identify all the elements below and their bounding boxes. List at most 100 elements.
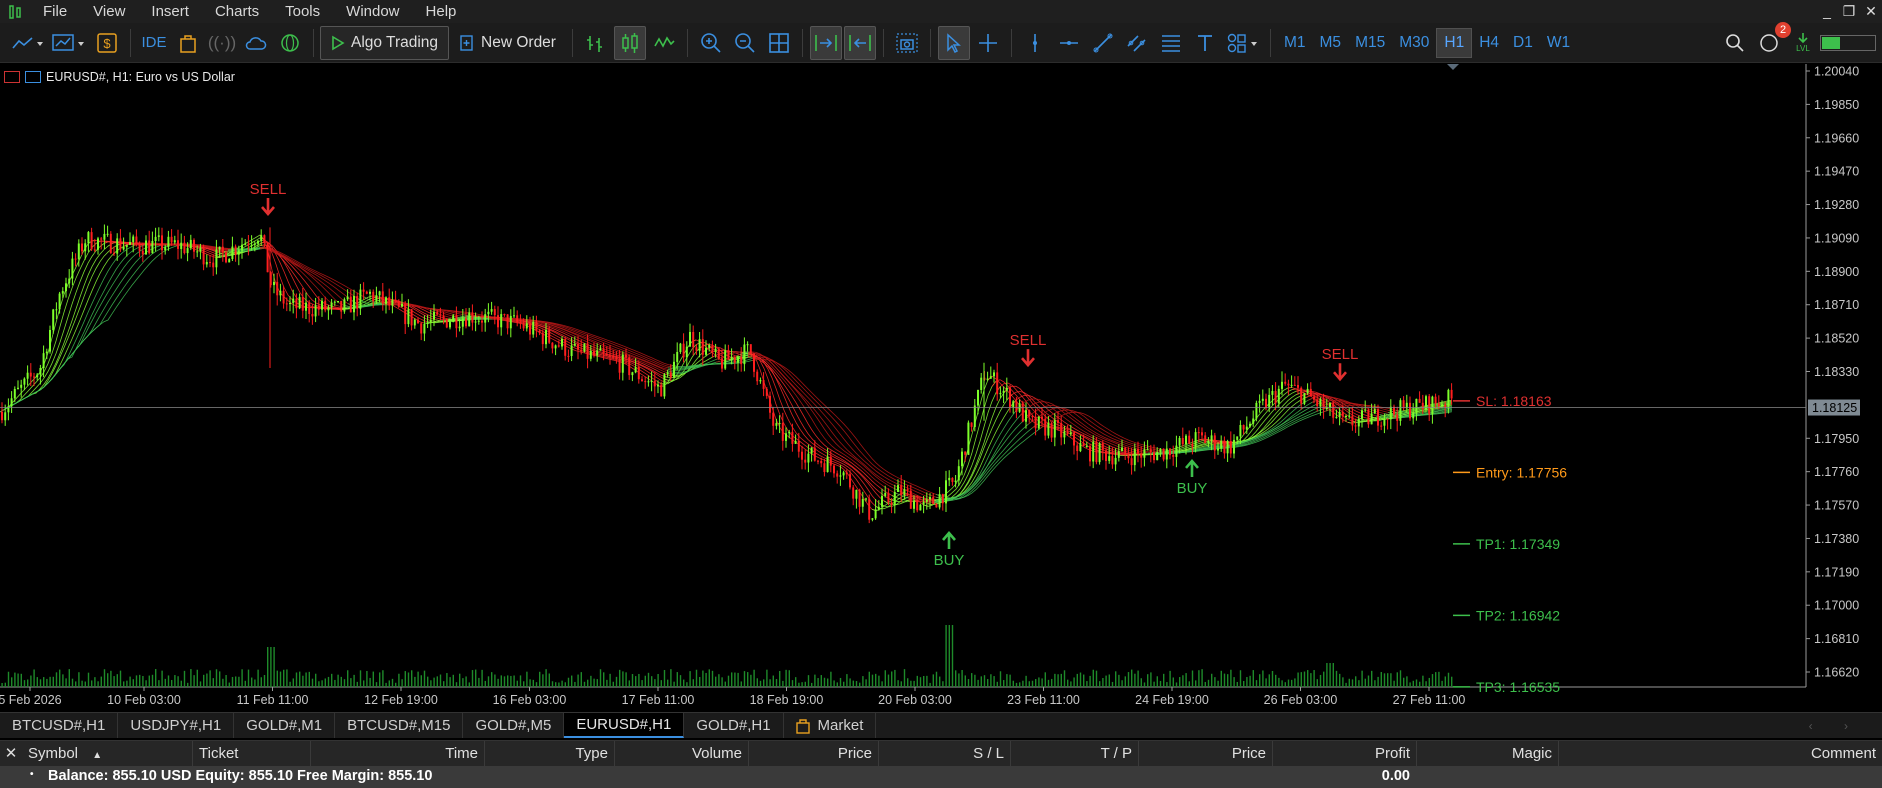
timeframe-d1[interactable]: D1 [1506, 28, 1540, 58]
col-tp[interactable]: T / P [1010, 741, 1138, 767]
one-click-trading-icon[interactable] [4, 71, 20, 83]
zoom-out-icon[interactable] [729, 26, 761, 60]
menu-view[interactable]: View [80, 0, 138, 23]
candle-body [909, 490, 912, 509]
col-price[interactable]: Price [748, 741, 878, 767]
fibonacci-icon[interactable] [1155, 26, 1187, 60]
market-bag-icon[interactable] [172, 26, 204, 60]
candle-body [333, 301, 336, 303]
notifications-badge: 2 [1775, 21, 1791, 38]
chart-tab-btcusd-h1[interactable]: BTCUSD#,H1 [0, 713, 119, 738]
price-tick-label: 1.19280 [1814, 198, 1859, 212]
text-tool-icon[interactable] [1189, 26, 1221, 60]
new-order-button[interactable]: New Order [449, 26, 566, 60]
volume-bar [964, 675, 966, 687]
candle-body [471, 312, 474, 323]
candle-body [433, 311, 435, 320]
candle-body [890, 502, 893, 505]
chart-shift-icon[interactable] [843, 25, 876, 60]
chart-tab-market[interactable]: Market [784, 713, 877, 738]
chart-tab-usdjpy-h1[interactable]: USDJPY#,H1 [118, 713, 235, 738]
candle-body [628, 357, 631, 376]
timeframe-m30[interactable]: M30 [1392, 28, 1436, 58]
menu-file[interactable]: File [30, 0, 80, 23]
col-type[interactable]: Type [484, 741, 614, 767]
candle-body [1009, 387, 1011, 408]
timeframe-h4[interactable]: H4 [1472, 28, 1506, 58]
volume-bar [1415, 679, 1418, 687]
vertical-line-icon[interactable] [1019, 26, 1051, 60]
col-ticket[interactable]: Ticket [192, 741, 310, 767]
candle-body [1, 411, 3, 421]
menu-charts[interactable]: Charts [202, 0, 272, 23]
volume-bar [161, 670, 163, 687]
tab-scroll-arrows[interactable]: ‹ › [1809, 713, 1862, 739]
minimize-icon[interactable]: _ [1816, 0, 1838, 23]
volume-bar [1345, 682, 1347, 687]
volume-bar [315, 673, 317, 687]
close-icon[interactable]: ✕ [1860, 0, 1882, 23]
vps-globe-icon[interactable] [274, 26, 306, 60]
volume-bar [558, 682, 560, 687]
timeframe-m15[interactable]: M15 [1348, 28, 1392, 58]
bar-chart-icon[interactable] [580, 26, 612, 60]
candle-body [666, 372, 669, 375]
volume-bar [532, 679, 534, 687]
notifications-icon[interactable]: 2 [1753, 21, 1791, 60]
menu-window[interactable]: Window [333, 0, 412, 23]
crosshair-icon[interactable] [972, 26, 1004, 60]
zoom-in-icon[interactable] [695, 26, 727, 60]
chart-tab-gold-m1[interactable]: GOLD#,M1 [234, 713, 336, 738]
tile-windows-icon[interactable] [763, 26, 795, 60]
volume-bar [1137, 670, 1139, 687]
candle-body [564, 339, 567, 356]
trendline-icon[interactable] [1087, 26, 1119, 60]
col-time[interactable]: Time [310, 741, 484, 767]
timeframe-m5[interactable]: M5 [1313, 28, 1349, 58]
cloud-icon[interactable] [240, 26, 272, 60]
volume-bar [1380, 671, 1382, 687]
level-indicator-icon[interactable]: LVL [1787, 26, 1819, 60]
main-toolbar: $ IDE ((·)) Algo Trading New Order M1 M5… [0, 21, 1882, 63]
shapes-dropdown-icon[interactable] [1223, 26, 1263, 60]
chart-tab-eurusd-h1[interactable]: EURUSD#,H1 [564, 713, 685, 738]
menu-tools[interactable]: Tools [272, 0, 333, 23]
chart-tab-btcusd-m15[interactable]: BTCUSD#,M15 [335, 713, 464, 738]
signal-broadcast-icon[interactable]: ((·)) [206, 26, 238, 60]
close-toolbox-icon[interactable]: ✕ [0, 741, 22, 767]
chart-canvas[interactable]: 1.20040 1.19850 1.19660 1.19470 1.19280 1.190… [0, 64, 1882, 712]
candle-body [487, 311, 490, 315]
price-tick-label: 1.19850 [1814, 98, 1859, 112]
algo-trading-button[interactable]: Algo Trading [320, 25, 450, 60]
chart-type-dropdown-icon[interactable] [49, 26, 89, 60]
restore-icon[interactable]: ❐ [1838, 0, 1860, 23]
dollar-icon[interactable]: $ [91, 26, 123, 60]
timeframe-m1[interactable]: M1 [1277, 28, 1313, 58]
timeframe-h1[interactable]: H1 [1436, 27, 1473, 58]
menu-insert[interactable]: Insert [138, 0, 202, 23]
col-sl[interactable]: S / L [878, 741, 1010, 767]
col-current-price[interactable]: Price [1138, 741, 1272, 767]
price-chart[interactable]: 1.20040 1.19850 1.19660 1.19470 1.19280 1.190… [0, 64, 1882, 712]
timeframe-w1[interactable]: W1 [1540, 28, 1577, 58]
col-volume[interactable]: Volume [614, 741, 748, 767]
line-graph-icon[interactable] [648, 26, 680, 60]
ide-button[interactable]: IDE [138, 26, 170, 60]
candle-body [762, 380, 765, 389]
cursor-icon[interactable] [937, 25, 970, 60]
line-chart-dropdown-icon[interactable] [7, 26, 47, 60]
chart-tab-gold-m5[interactable]: GOLD#,M5 [463, 713, 565, 738]
col-magic[interactable]: Magic [1416, 741, 1558, 767]
col-profit[interactable]: Profit [1272, 741, 1416, 767]
col-symbol[interactable]: Symbol ▲ [22, 741, 192, 767]
col-comment[interactable]: Comment [1558, 741, 1882, 767]
menu-help[interactable]: Help [413, 0, 470, 23]
search-icon[interactable] [1719, 26, 1751, 60]
chart-tab-gold-h1[interactable]: GOLD#,H1 [684, 713, 784, 738]
balance-row[interactable]: • Balance: 855.10 USD Equity: 855.10 Fre… [0, 766, 1882, 788]
screenshot-camera-icon[interactable] [891, 26, 923, 60]
horizontal-line-icon[interactable] [1053, 26, 1085, 60]
candlestick-icon[interactable] [613, 25, 646, 60]
auto-scroll-icon[interactable] [809, 25, 842, 60]
channel-icon[interactable] [1121, 26, 1153, 60]
